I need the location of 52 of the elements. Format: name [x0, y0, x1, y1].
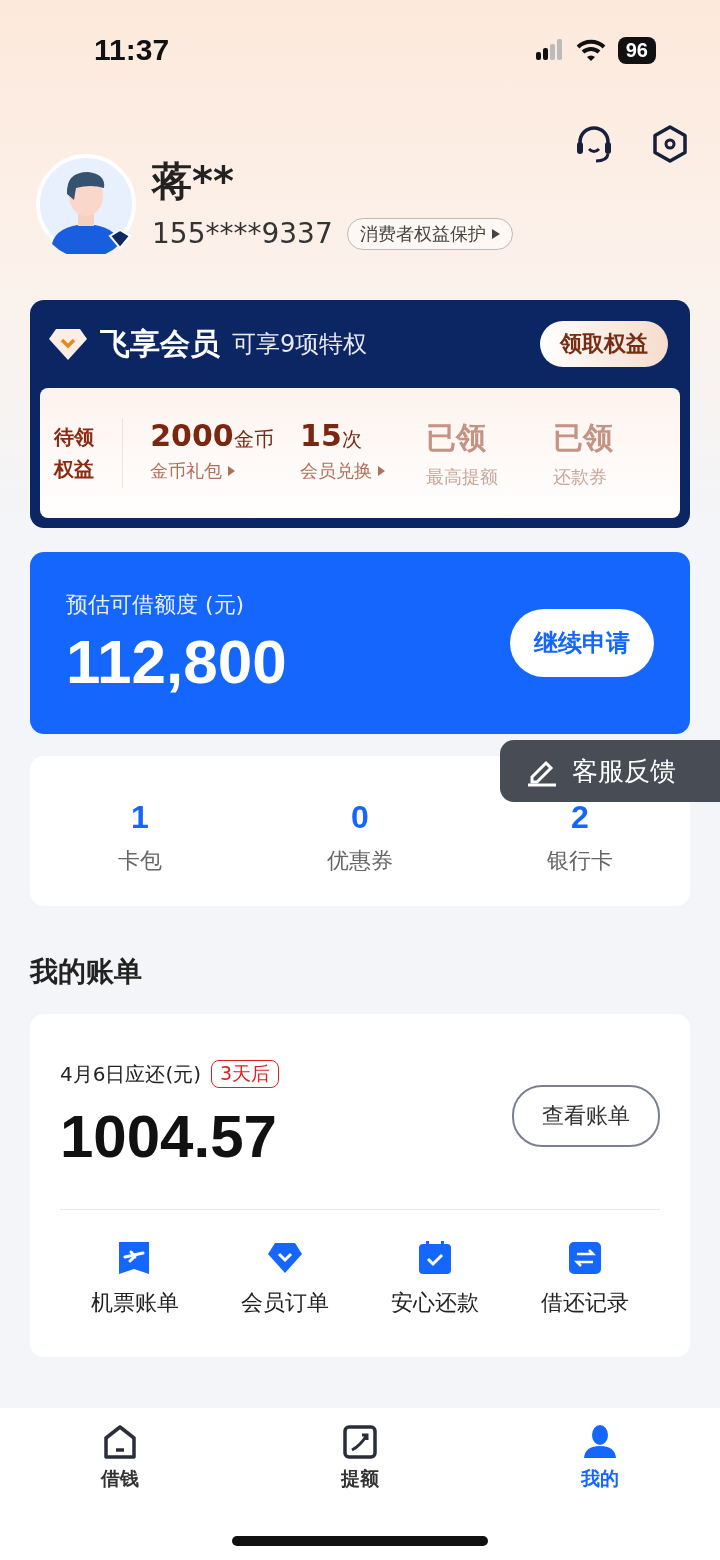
continue-button[interactable]: 继续申请 [510, 609, 654, 677]
pending-label: 待领权益 [54, 424, 95, 483]
claim-button[interactable]: 领取权益 [540, 321, 668, 367]
shortcut-item[interactable]: 借还记录 [510, 1240, 660, 1318]
caret-icon [491, 228, 500, 239]
swap-icon [567, 1240, 603, 1276]
benefit-label[interactable]: 会员兑换 [300, 458, 401, 483]
credit-amount: 112,800 [66, 625, 287, 697]
rights-link[interactable]: 消费者权益保护 [346, 217, 513, 250]
calendar-icon [417, 1240, 453, 1276]
stat-label[interactable]: 优惠券 [327, 845, 393, 876]
benefit-value: 已领 [426, 418, 488, 457]
stat-value[interactable]: 0 [351, 798, 369, 836]
benefit-value: 已领 [552, 418, 614, 457]
benefit-value: 15次 [300, 417, 363, 453]
tab-item[interactable]: 提额 [300, 1424, 420, 1492]
wifi-icon [575, 39, 606, 61]
settings-icon[interactable] [650, 124, 690, 164]
user-name: 蒋** [152, 157, 235, 206]
diamond-icon [48, 327, 88, 361]
home-icon [102, 1424, 138, 1460]
benefit-value: 2000金币 [150, 417, 274, 453]
avatar-icon [36, 154, 136, 254]
shortcut-item[interactable]: 安心还款 [360, 1240, 510, 1318]
tab-item[interactable]: 借钱 [60, 1424, 180, 1492]
bill-amount: 1004.57 [60, 1102, 278, 1171]
battery-level: 96 [617, 36, 656, 64]
signal-icon [535, 39, 564, 61]
view-bill-button[interactable]: 查看账单 [512, 1084, 660, 1147]
credit-label: 预估可借额度 (元) [66, 590, 246, 619]
stat-label[interactable]: 卡包 [118, 845, 162, 876]
person-icon [582, 1424, 618, 1460]
clock-time: 11:37 [94, 33, 170, 67]
shortcut-item[interactable]: 机票账单 [60, 1240, 210, 1318]
phone-number: 155****9337 [152, 217, 333, 250]
shortcut-item[interactable]: 会员订单 [210, 1240, 360, 1318]
benefit-label: 还款券 [552, 464, 608, 489]
caret-icon [228, 465, 236, 476]
due-badge: 3天后 [211, 1060, 280, 1088]
section-heading: 我的账单 [30, 954, 143, 990]
caret-icon [378, 465, 386, 476]
membership-subtitle: 可享9项特权 [232, 329, 369, 360]
feedback-button[interactable]: 客服反馈 [500, 740, 720, 802]
headset-icon[interactable] [574, 124, 614, 164]
benefit-label[interactable]: 金币礼包 [150, 458, 274, 483]
membership-title: 飞享会员 [100, 324, 220, 363]
chart-icon [342, 1424, 378, 1460]
benefit-label: 最高提额 [426, 464, 500, 489]
tab-item[interactable]: 我的 [540, 1424, 660, 1492]
stat-value[interactable]: 1 [131, 798, 149, 836]
due-label: 4月6日应还(元) [60, 1060, 202, 1088]
stat-label[interactable]: 银行卡 [547, 845, 613, 876]
